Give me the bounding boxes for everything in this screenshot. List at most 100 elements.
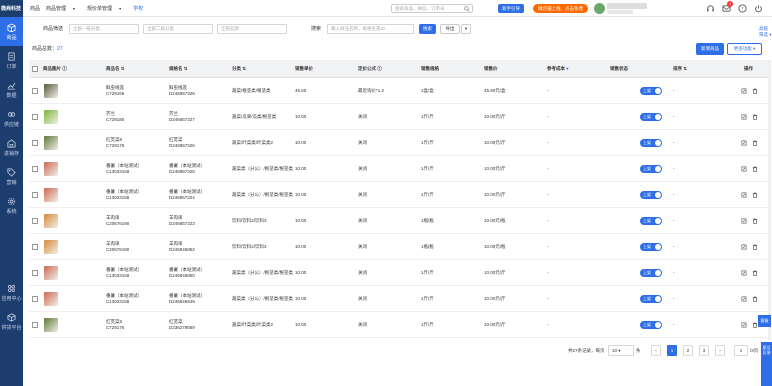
delete-icon[interactable] <box>752 269 758 276</box>
delete-icon[interactable] <box>752 191 758 198</box>
status-toggle[interactable]: 上架 <box>640 294 662 303</box>
top-menu-price-manage[interactable]: 规价单管理 ▾ <box>87 5 127 12</box>
product-thumbnail[interactable] <box>44 187 58 202</box>
delete-icon[interactable] <box>752 217 758 224</box>
row-checkbox[interactable] <box>32 165 38 172</box>
nav-item-warehouse[interactable]: 进销存 <box>0 133 23 162</box>
product-thumbnail[interactable] <box>44 83 58 98</box>
add-goods-button[interactable]: 新增商品 <box>696 43 724 55</box>
product-thumbnail[interactable] <box>44 135 58 150</box>
edit-icon[interactable] <box>741 166 747 172</box>
row-checkbox[interactable] <box>32 321 38 328</box>
edit-icon[interactable] <box>741 322 747 328</box>
brand-select[interactable]: 全部品牌 <box>217 24 287 34</box>
row-checkbox[interactable] <box>32 243 38 250</box>
export-dropdown-button[interactable]: ▾ <box>461 24 471 34</box>
product-thumbnail[interactable] <box>44 161 58 176</box>
nav-item-apps[interactable]: 应用中心 <box>0 278 23 307</box>
edit-icon[interactable] <box>741 296 747 302</box>
product-thumbnail[interactable] <box>44 213 58 228</box>
row-checkbox[interactable] <box>32 87 38 94</box>
nav-item-cube[interactable]: 供货平台 <box>0 307 23 336</box>
row-checkbox[interactable] <box>32 269 38 276</box>
category2-select[interactable]: 全部二级分类 <box>143 24 213 34</box>
more-functions-button[interactable]: 更多功能 ▾ <box>727 43 762 55</box>
status-toggle[interactable]: 上架 <box>640 320 662 329</box>
row-checkbox[interactable] <box>32 113 38 120</box>
status-toggle[interactable]: 上架 <box>640 242 662 251</box>
cell-category: 蔬菜类（分公）/根茎类/根茎类 <box>232 191 293 197</box>
cell-price: 10.00 <box>295 295 307 301</box>
prev-page-button[interactable]: ‹ <box>651 345 661 356</box>
edit-icon[interactable] <box>741 192 747 198</box>
select-all-checkbox[interactable] <box>32 65 38 72</box>
status-toggle[interactable]: 上架 <box>640 164 662 173</box>
col-name[interactable]: 商品名 ⇅ <box>106 60 125 77</box>
product-thumbnail[interactable] <box>44 109 58 124</box>
delete-icon[interactable] <box>752 165 758 172</box>
status-toggle[interactable]: 上架 <box>640 268 662 277</box>
page-1-button[interactable]: 1 <box>667 345 677 356</box>
export-button[interactable]: 导出 <box>440 24 460 34</box>
col-ref-cost[interactable]: 参考成本 ▾ <box>547 60 569 77</box>
page-3-button[interactable]: 3 <box>699 345 709 356</box>
customer-service-tab[interactable]: 客服 <box>758 315 771 327</box>
goods-search-input[interactable]: 输入商品名称、规格名或ID <box>327 24 414 34</box>
col-category[interactable]: 分类 ⇅ <box>232 60 246 77</box>
edit-icon[interactable] <box>741 270 747 276</box>
col-spec[interactable]: 规格名 ⇅ <box>169 60 188 77</box>
status-toggle[interactable]: 上架 <box>640 190 662 199</box>
avatar[interactable] <box>594 3 605 14</box>
nav-item-gear[interactable]: 系统 <box>0 191 23 220</box>
search-button[interactable]: 搜索 <box>419 24 436 34</box>
product-thumbnail[interactable] <box>44 265 58 280</box>
nav-item-label: 供应链 <box>3 121 19 128</box>
edit-icon[interactable] <box>741 88 747 94</box>
product-thumbnail[interactable] <box>44 239 58 254</box>
status-toggle[interactable]: 上架 <box>640 138 662 147</box>
table-scrollbar[interactable] <box>768 60 771 340</box>
edit-icon[interactable] <box>741 140 747 146</box>
delete-icon[interactable] <box>752 113 758 120</box>
row-checkbox[interactable] <box>32 295 38 302</box>
nav-item-tag[interactable]: 营销 <box>0 162 23 191</box>
row-checkbox[interactable] <box>32 191 38 198</box>
delete-icon[interactable] <box>752 87 758 94</box>
status-toggle[interactable]: 上架 <box>640 216 662 225</box>
row-checkbox[interactable] <box>32 139 38 146</box>
cell-spec: 番薯（本站测试） D246846849 <box>169 292 205 304</box>
newbie-guide-button[interactable]: 新手引导 <box>498 4 524 13</box>
edit-icon[interactable] <box>741 114 747 120</box>
page-2-button[interactable]: 2 <box>683 345 693 356</box>
delete-icon[interactable] <box>752 295 758 302</box>
delete-icon[interactable] <box>752 243 758 250</box>
feedback-tab[interactable]: 意见反馈 <box>761 342 772 386</box>
nav-item-box[interactable]: 商品 <box>0 17 23 46</box>
edit-icon[interactable] <box>741 218 747 224</box>
top-search-input[interactable]: 搜索商品、微信、订单号 <box>391 4 473 13</box>
promo-button[interactable]: 微店铺上线，点击免费 <box>533 4 588 13</box>
edit-icon[interactable] <box>741 244 747 250</box>
col-sort[interactable]: 排序 ⇅ <box>673 60 687 77</box>
top-menu-goods-manage[interactable]: 商品管理 ▾ <box>46 5 81 12</box>
headset-icon[interactable] <box>706 4 715 13</box>
nav-item-doc[interactable]: 订单 <box>0 46 23 75</box>
category1-select[interactable]: 全部一级分类 <box>69 24 139 34</box>
delete-icon[interactable] <box>752 139 758 146</box>
nav-item-chart[interactable]: 数据 <box>0 75 23 104</box>
product-thumbnail[interactable] <box>44 317 58 332</box>
power-icon[interactable] <box>754 4 763 13</box>
help-icon[interactable]: ? <box>738 4 747 13</box>
status-toggle[interactable]: 上架 <box>640 112 662 121</box>
status-toggle[interactable]: 上架 <box>640 86 662 95</box>
top-menu-goods[interactable]: 商品 <box>30 5 40 12</box>
cell-name: 羊肉串 C20676190 <box>106 214 130 226</box>
page-jump-input[interactable]: 1 <box>734 345 748 356</box>
nav-item-link[interactable]: 供应链 <box>0 104 23 133</box>
page-size-select[interactable]: 10 ▾ <box>608 345 634 356</box>
next-page-button[interactable]: › <box>715 345 725 356</box>
advanced-filter-link[interactable]: 高级筛选 ▾ <box>759 26 772 38</box>
top-menu-school[interactable]: 学校 <box>133 5 143 12</box>
product-thumbnail[interactable] <box>44 291 58 306</box>
row-checkbox[interactable] <box>32 217 38 224</box>
